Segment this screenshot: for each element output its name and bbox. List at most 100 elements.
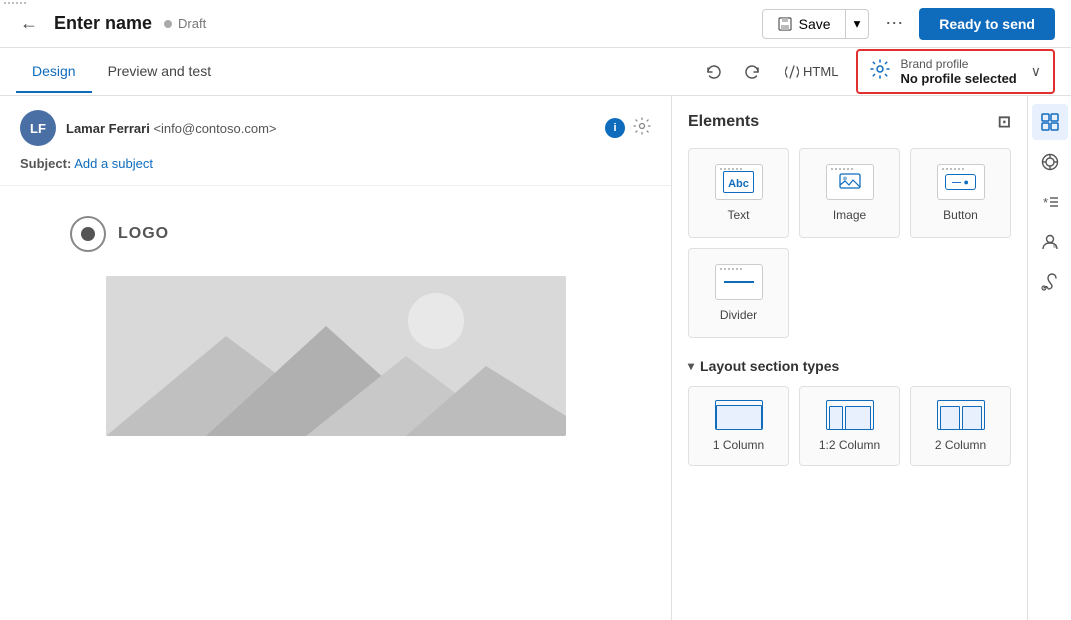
paint-icon [1041, 273, 1059, 291]
image-element-icon [826, 164, 874, 200]
sidebar-personalize-button[interactable] [1032, 224, 1068, 260]
svg-text:*: * [1043, 195, 1048, 210]
layout-2col-label: 2 Column [935, 438, 986, 452]
panel-title: Elements ⊡ [688, 112, 1011, 132]
element-button-card[interactable]: — ● Button [910, 148, 1011, 238]
button-element-label: Button [943, 208, 978, 222]
button-element-icon: — ● [937, 164, 985, 200]
canvas-area: LF Lamar Ferrari <info@contoso.com> i [0, 96, 671, 620]
panel-content: Elements ⊡ Abc Text [672, 96, 1027, 620]
placeholder-image [106, 276, 566, 436]
save-dropdown-icon: ▾ [854, 16, 861, 32]
back-button[interactable]: ← [16, 9, 42, 38]
save-button-group[interactable]: Save ▾ [762, 9, 870, 39]
nav-tabs: Design Preview and test [16, 51, 227, 93]
sidebar-style-button[interactable] [1032, 144, 1068, 180]
undo-button[interactable] [699, 57, 729, 87]
layout-12col-label: 1:2 Column [819, 438, 880, 452]
save-main-button[interactable]: Save [763, 10, 845, 38]
avatar: LF [20, 110, 56, 146]
sender-settings-icon[interactable] [633, 117, 651, 140]
subject-row: Subject: Add a subject [20, 156, 651, 171]
layout-grid: 1 Column 1:2 Column [688, 386, 1011, 466]
image-placeholder [106, 276, 566, 436]
undo-icon [705, 63, 723, 81]
sidebar-paint-button[interactable] [1032, 264, 1068, 300]
more-icon: ⋯ [885, 13, 903, 33]
add-subject-link[interactable]: Add a subject [74, 156, 153, 171]
text-element-label: Text [727, 208, 749, 222]
layout-12col-card[interactable]: 1:2 Column [799, 386, 900, 466]
sender-info: Lamar Ferrari <info@contoso.com> [66, 121, 277, 136]
elements-grid: Abc Text Image [688, 148, 1011, 338]
element-image-card[interactable]: Image [799, 148, 900, 238]
info-icon[interactable]: i [605, 118, 625, 138]
layout-section-header[interactable]: ▾ Layout section types [688, 358, 1011, 374]
top-bar-right: Save ▾ ⋯ Ready to send [762, 7, 1055, 40]
layout-2col-card[interactable]: 2 Column [910, 386, 1011, 466]
sender-actions: i [605, 117, 651, 140]
sidebar-conditions-button[interactable]: * [1032, 184, 1068, 220]
top-bar-left: ← Enter name Draft [16, 9, 206, 38]
brand-profile-text: Brand profile No profile selected [900, 57, 1016, 86]
redo-icon [743, 63, 761, 81]
draft-badge: Draft [164, 16, 206, 31]
tab-design[interactable]: Design [16, 51, 92, 93]
email-body: LOGO [0, 186, 671, 466]
brand-profile-button[interactable]: Brand profile No profile selected ∨ [856, 49, 1055, 94]
more-options-button[interactable]: ⋯ [877, 7, 911, 40]
main-layout: LF Lamar Ferrari <info@contoso.com> i [0, 96, 1071, 620]
layout-1col-label: 1 Column [713, 438, 764, 452]
layout-section-title: Layout section types [700, 358, 839, 374]
expand-icon[interactable]: ⊡ [998, 112, 1011, 132]
tab-preview[interactable]: Preview and test [92, 51, 228, 93]
element-text-card[interactable]: Abc Text [688, 148, 789, 238]
top-bar: ← Enter name Draft Save ▾ ⋯ Ready to sen… [0, 0, 1071, 48]
sender-email: <info@contoso.com> [153, 121, 276, 136]
back-icon: ← [20, 13, 38, 34]
ready-to-send-button[interactable]: Ready to send [919, 8, 1055, 40]
layout-2col-icon [937, 400, 985, 430]
logo-text: LOGO [118, 225, 169, 243]
brand-profile-chevron-icon: ∨ [1031, 63, 1041, 80]
divider-element-icon [715, 264, 763, 300]
save-label: Save [799, 16, 831, 32]
grid-icon [1041, 113, 1059, 131]
sender-name: Lamar Ferrari [66, 121, 150, 136]
right-panel: Elements ⊡ Abc Text [671, 96, 1071, 620]
text-element-icon: Abc [715, 164, 763, 200]
logo-inner [81, 227, 95, 241]
draft-dot [164, 20, 172, 28]
sidebar-elements-button[interactable] [1032, 104, 1068, 140]
subject-label: Subject: [20, 156, 71, 171]
brand-profile-label: Brand profile [900, 57, 1016, 71]
email-header: LF Lamar Ferrari <info@contoso.com> i [0, 96, 671, 186]
personalize-icon [1041, 233, 1059, 251]
image-element-label: Image [833, 208, 866, 222]
logo-icon [70, 216, 106, 252]
layout-12col-icon [826, 400, 874, 430]
layout-chevron-icon: ▾ [688, 359, 694, 373]
layout-1col-icon [715, 400, 763, 430]
sender-left: LF Lamar Ferrari <info@contoso.com> [20, 110, 277, 146]
sub-nav: Design Preview and test HTML Brand profi… [0, 48, 1071, 96]
save-icon [777, 16, 793, 32]
redo-button[interactable] [737, 57, 767, 87]
html-icon [785, 65, 799, 79]
html-button[interactable]: HTML [775, 58, 848, 85]
sender-row: LF Lamar Ferrari <info@contoso.com> i [20, 110, 651, 146]
brand-profile-value: No profile selected [900, 71, 1016, 86]
style-icon [1041, 153, 1059, 171]
save-dropdown-button[interactable]: ▾ [845, 10, 869, 38]
page-title: Enter name [54, 13, 152, 34]
gear-icon [870, 59, 890, 84]
divider-element-label: Divider [720, 308, 757, 322]
email-container: LF Lamar Ferrari <info@contoso.com> i [0, 96, 671, 620]
side-icon-bar: * [1027, 96, 1071, 620]
logo-area: LOGO [60, 216, 611, 252]
element-divider-card[interactable]: Divider [688, 248, 789, 338]
sub-nav-right: HTML Brand profile No profile selected ∨ [699, 49, 1055, 94]
layout-1col-card[interactable]: 1 Column [688, 386, 789, 466]
draft-label: Draft [178, 16, 206, 31]
elements-title: Elements [688, 113, 759, 131]
